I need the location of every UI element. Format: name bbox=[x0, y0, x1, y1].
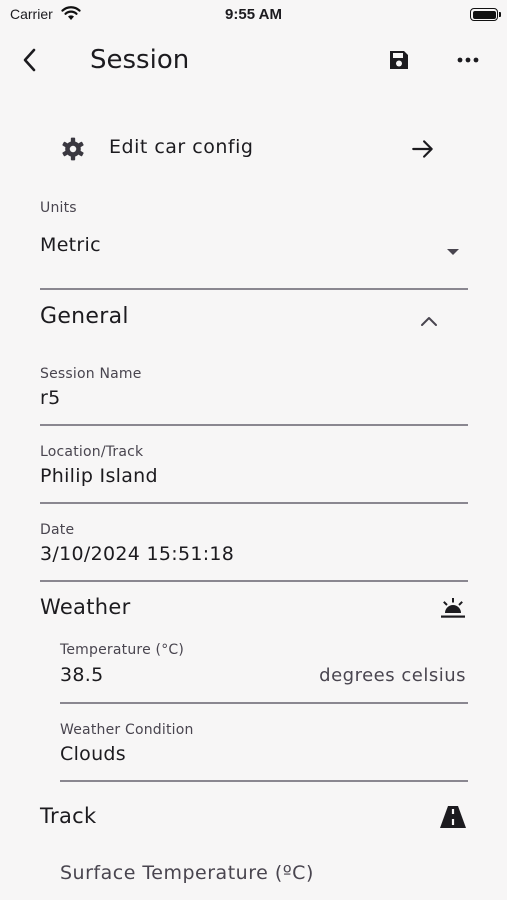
road-icon bbox=[439, 805, 467, 833]
sunrise-icon bbox=[440, 596, 466, 624]
status-bar: Carrier 9:55 AM bbox=[0, 0, 507, 28]
track-section-header: Track bbox=[40, 803, 468, 835]
gear-icon bbox=[60, 136, 86, 166]
date-field[interactable]: Date 3/10/2024 15:51:18 bbox=[40, 522, 468, 584]
location-track-value: Philip Island bbox=[40, 465, 158, 487]
location-track-field[interactable]: Location/Track Philip Island bbox=[40, 444, 468, 506]
chevron-up-icon[interactable] bbox=[420, 312, 438, 331]
track-section-title: Track bbox=[40, 804, 97, 828]
battery-cap bbox=[499, 12, 501, 17]
more-button[interactable] bbox=[452, 44, 484, 76]
date-value: 3/10/2024 15:51:18 bbox=[40, 543, 235, 565]
session-name-underline bbox=[40, 424, 468, 426]
temperature-field[interactable]: Temperature (°C) 38.5 degrees celsius bbox=[60, 642, 468, 706]
weather-condition-label: Weather Condition bbox=[60, 722, 194, 738]
page-title: Session bbox=[90, 45, 190, 75]
weather-condition-value: Clouds bbox=[60, 743, 126, 765]
date-underline bbox=[40, 580, 468, 582]
general-section-title: General bbox=[40, 304, 129, 329]
dropdown-arrow-icon bbox=[446, 241, 460, 260]
units-value: Metric bbox=[40, 234, 101, 256]
session-name-value: r5 bbox=[40, 387, 61, 409]
units-label: Units bbox=[40, 200, 77, 216]
units-divider bbox=[40, 288, 468, 290]
temperature-value: 38.5 bbox=[60, 664, 104, 686]
units-dropdown[interactable]: Units Metric bbox=[40, 200, 468, 290]
more-horizontal-icon bbox=[457, 57, 479, 63]
general-section-header[interactable]: General bbox=[40, 302, 468, 338]
status-time: 9:55 AM bbox=[225, 6, 282, 23]
weather-condition-field[interactable]: Weather Condition Clouds bbox=[60, 722, 468, 784]
back-button[interactable] bbox=[14, 44, 44, 76]
temperature-underline bbox=[60, 702, 468, 704]
date-label: Date bbox=[40, 522, 75, 538]
save-button[interactable] bbox=[384, 44, 414, 76]
weather-section-title: Weather bbox=[40, 595, 131, 619]
surface-temperature-label: Surface Temperature (ºC) bbox=[60, 862, 314, 884]
edit-car-config-label: Edit car config bbox=[109, 136, 254, 158]
battery-icon bbox=[470, 8, 498, 21]
arrow-right-icon bbox=[410, 136, 436, 166]
weather-condition-underline bbox=[60, 780, 468, 782]
temperature-suffix: degrees celsius bbox=[319, 665, 466, 686]
location-track-label: Location/Track bbox=[40, 444, 144, 460]
temperature-label: Temperature (°C) bbox=[60, 642, 185, 658]
location-track-underline bbox=[40, 502, 468, 504]
surface-temperature-field[interactable]: Surface Temperature (ºC) bbox=[60, 862, 468, 892]
edit-car-config-row[interactable]: Edit car config bbox=[40, 124, 468, 174]
weather-section-header: Weather bbox=[40, 594, 468, 626]
chevron-left-icon bbox=[23, 48, 36, 72]
save-icon bbox=[390, 51, 408, 69]
session-name-label: Session Name bbox=[40, 366, 142, 382]
session-name-field[interactable]: Session Name r5 bbox=[40, 366, 468, 428]
